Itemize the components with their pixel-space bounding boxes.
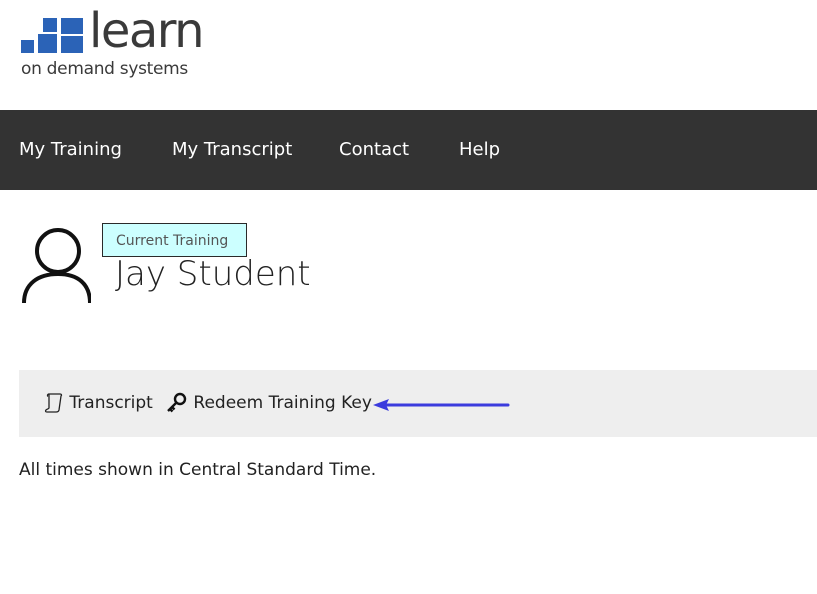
logo-wordmark: learn	[89, 3, 205, 59]
page: learn on demand systems My Training My T…	[0, 0, 817, 594]
key-icon	[167, 392, 187, 413]
nav-item-my-transcript[interactable]: My Transcript	[172, 138, 292, 162]
nav-item-help[interactable]: Help	[459, 138, 500, 162]
main-nav: My Training My Transcript Contact Help	[0, 110, 817, 190]
user-name: Jay Student	[115, 254, 311, 294]
site-logo[interactable]: learn on demand systems	[21, 7, 221, 87]
logo-tagline: on demand systems	[21, 59, 188, 79]
arrow-left-icon	[373, 399, 510, 411]
redeem-training-key-label: Redeem Training Key	[193, 393, 372, 413]
current-training-tooltip: Current Training	[102, 223, 247, 257]
scroll-icon	[44, 393, 63, 413]
transcript-label: Transcript	[69, 393, 153, 413]
transcript-link[interactable]: Transcript	[44, 392, 153, 414]
user-icon	[22, 228, 91, 304]
timezone-note: All times shown in Central Standard Time…	[19, 460, 377, 480]
nav-item-contact[interactable]: Contact	[339, 138, 409, 162]
nav-item-my-training[interactable]: My Training	[19, 138, 122, 162]
redeem-training-key-link[interactable]: Redeem Training Key	[166, 392, 372, 414]
